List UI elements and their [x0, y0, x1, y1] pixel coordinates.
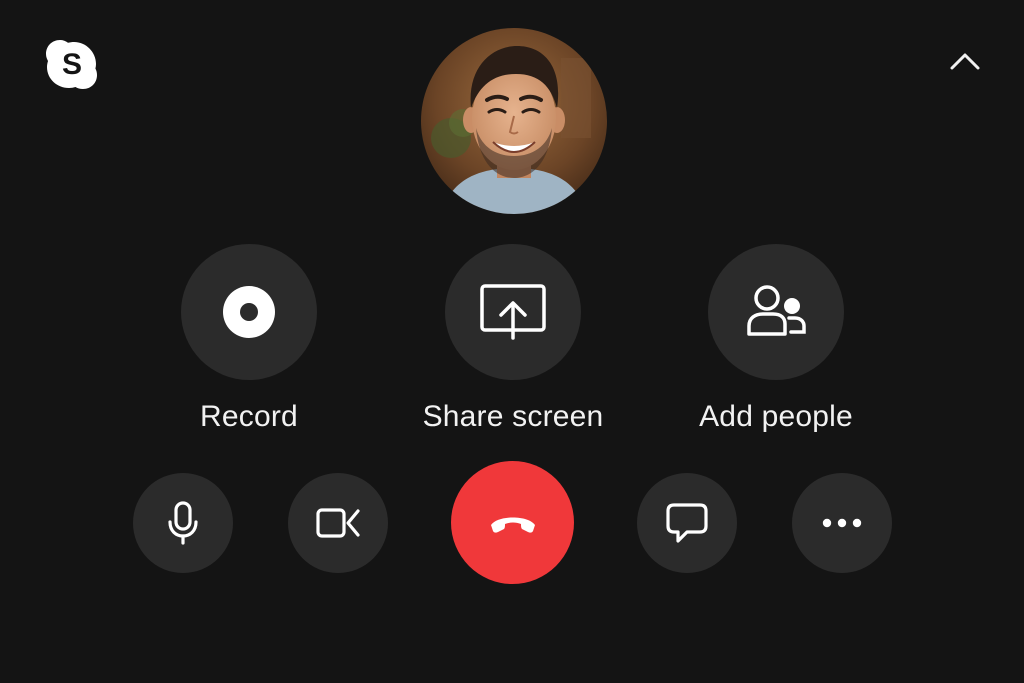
record-label: Record — [200, 400, 298, 433]
svg-text:S: S — [62, 48, 82, 81]
share-screen-button[interactable]: Share screen — [403, 244, 623, 444]
share-screen-circle[interactable] — [445, 244, 581, 380]
add-people-label: Add people — [699, 400, 853, 433]
add-people-icon — [747, 285, 806, 336]
chat-button[interactable] — [637, 473, 737, 573]
record-button[interactable]: Record — [139, 244, 359, 444]
collapse-button[interactable] — [944, 44, 986, 78]
chat-icon — [666, 503, 708, 543]
more-options-icon — [822, 518, 862, 528]
share-screen-icon — [480, 284, 546, 340]
camera-button[interactable] — [288, 473, 388, 573]
more-options-button[interactable] — [792, 473, 892, 573]
share-screen-label: Share screen — [422, 400, 604, 433]
add-people-circle[interactable] — [708, 244, 844, 380]
end-call-button[interactable] — [451, 461, 574, 584]
add-people-button[interactable]: Add people — [666, 244, 886, 444]
skype-logo-icon: S — [44, 38, 100, 90]
call-screen: S Record Share screen Add people — [0, 0, 1024, 683]
participant-avatar — [421, 28, 607, 214]
record-icon — [223, 286, 275, 338]
microphone-button[interactable] — [133, 473, 233, 573]
video-camera-off-icon — [316, 508, 360, 538]
end-call-icon — [490, 517, 535, 533]
record-circle[interactable] — [181, 244, 317, 380]
microphone-icon — [168, 501, 198, 545]
chevron-up-icon — [950, 53, 980, 70]
